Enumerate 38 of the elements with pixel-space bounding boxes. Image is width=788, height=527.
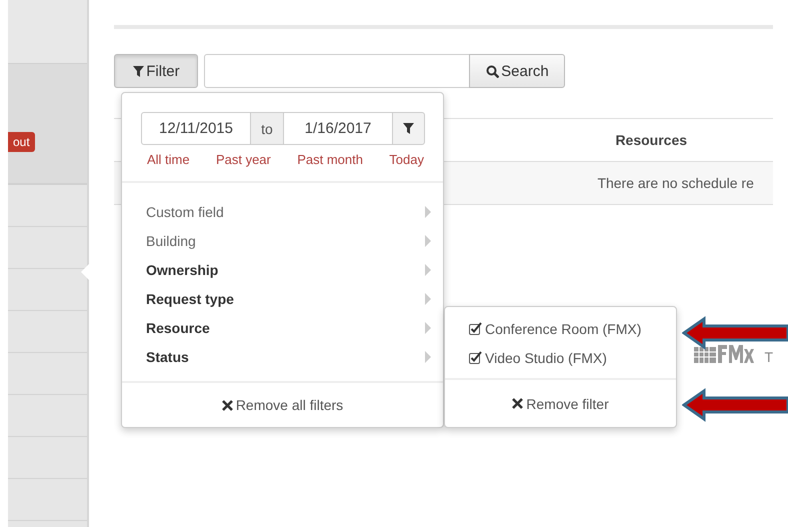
remove-all-button[interactable]: Remove all filters (218, 395, 348, 415)
date-range-link[interactable]: All time (147, 152, 190, 167)
menu-item[interactable]: Resource (146, 313, 431, 342)
search-icon (486, 64, 500, 78)
column-header: Resources (615, 132, 688, 148)
submenu-caret-icon (425, 350, 431, 362)
date-range-link[interactable]: Past year (216, 152, 271, 167)
filter-icon (403, 123, 414, 134)
submenu-caret-icon (425, 234, 431, 246)
pointer-notch (81, 264, 90, 280)
date-range-link[interactable]: Past month (297, 152, 363, 167)
submenu-caret-icon (425, 264, 431, 276)
date-field[interactable]: 12/11/2015 (141, 112, 251, 145)
date-range-link[interactable]: Today (389, 152, 424, 167)
submenu-caret-icon (425, 206, 431, 218)
menu-item[interactable]: Building (146, 226, 431, 255)
logo-icon (694, 343, 756, 365)
menu-item[interactable]: Status (146, 342, 431, 371)
search-button[interactable]: Search (469, 54, 566, 88)
option-item[interactable]: Video Studio (FMX) (469, 343, 676, 372)
menu-item[interactable]: Ownership (146, 255, 431, 284)
close-icon (222, 400, 233, 410)
option-item[interactable]: Conference Room (FMX) (469, 314, 676, 343)
filter-button[interactable]: Filter (114, 54, 198, 88)
filter-icon (133, 66, 144, 76)
remove-filter-button[interactable]: Remove filter (508, 394, 613, 414)
submenu-caret-icon (425, 322, 431, 334)
date-separator: to (251, 112, 283, 145)
status-badge: out (8, 132, 35, 152)
logo-text: T (764, 349, 773, 365)
sidebar-item[interactable]: out (8, 64, 88, 185)
menu-item[interactable]: Custom field (146, 197, 431, 226)
search-field[interactable] (204, 54, 470, 88)
filter-apply-button[interactable] (392, 112, 425, 145)
close-icon (512, 398, 524, 409)
empty-message: There are no schedule re (597, 175, 754, 191)
submenu-caret-icon (425, 292, 431, 304)
menu-item[interactable]: Request type (146, 284, 431, 313)
